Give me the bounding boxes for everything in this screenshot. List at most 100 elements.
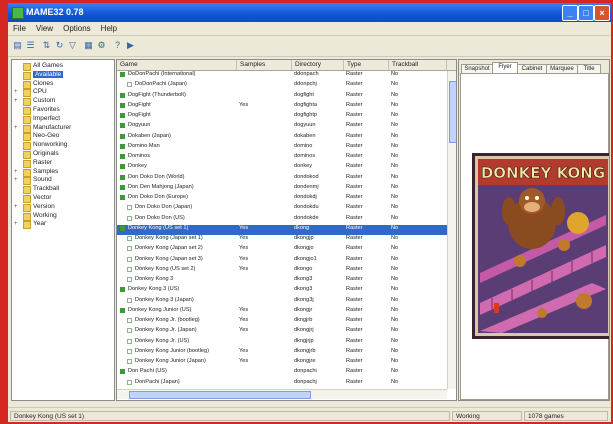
folder-item[interactable]: + CPU: [12, 88, 112, 98]
folder-item[interactable]: Vector: [12, 194, 112, 203]
table-row[interactable]: DoDonPachi (Japan) ddonpchj Raster No: [117, 81, 447, 91]
folder-item[interactable]: Working: [12, 212, 112, 221]
folder-item[interactable]: Raster: [12, 159, 112, 168]
folder-item[interactable]: All Games: [12, 62, 112, 71]
column-header-trackball[interactable]: Trackball: [389, 60, 447, 70]
expand-icon[interactable]: +: [14, 98, 20, 104]
folder-item[interactable]: + Year: [12, 220, 112, 230]
cell-type: Raster: [346, 122, 363, 129]
folder-item[interactable]: Originals: [12, 150, 112, 159]
expand-icon[interactable]: [14, 107, 20, 113]
table-row[interactable]: DogFight (Thunderbolt) dogfight Raster No: [117, 92, 447, 102]
table-row[interactable]: Donkey Kong (US set 2) Yes dkongo Raster No: [117, 266, 447, 276]
folder-item[interactable]: Nonworking: [12, 141, 112, 151]
properties-icon[interactable]: ⚙: [96, 40, 107, 51]
table-row[interactable]: Donkey Kong (Japan set 2) Yes dkongjo Raste…: [117, 245, 447, 255]
expand-icon[interactable]: [14, 160, 20, 166]
menu-options[interactable]: Options: [58, 22, 96, 33]
folder-tree[interactable]: All Games Available Clones + CPU + Custom Favor…: [11, 59, 115, 401]
folder-item[interactable]: Available: [12, 70, 112, 80]
expand-icon[interactable]: [14, 186, 20, 192]
column-header-samples[interactable]: Samples: [237, 60, 292, 70]
expand-icon[interactable]: [14, 213, 20, 219]
menu-help[interactable]: Help: [96, 22, 122, 33]
folder-item[interactable]: + Sound: [12, 176, 112, 186]
folder-item[interactable]: + Manufacturer: [12, 124, 112, 133]
table-row[interactable]: Donkey Kong Jr. (Japan) Yes dkongjrj Raster…: [117, 327, 447, 337]
table-row[interactable]: DogFight Yes dogfighta Raster No: [117, 102, 447, 112]
folder-item[interactable]: Neo-Geo: [12, 132, 112, 142]
table-row[interactable]: Donkey Kong 3 (Japan) dkong3j Raster No: [117, 297, 447, 307]
help-icon[interactable]: ?: [112, 40, 123, 51]
table-row[interactable]: DonPachi (Japan) donpachj Raster No: [117, 379, 447, 389]
expand-icon[interactable]: [14, 72, 20, 78]
table-row[interactable]: Donkey Kong Jr. (bootleg) Yes dkngjrb Raste…: [117, 317, 447, 327]
expand-icon[interactable]: [14, 116, 20, 122]
table-row[interactable]: Donkey donkey Raster No: [117, 163, 447, 173]
table-row[interactable]: Dogyuun dogyuun Raster No: [117, 122, 447, 132]
table-row[interactable]: Dokaben (Japan) dokaben Raster No: [117, 133, 447, 143]
details-view-icon[interactable]: ☰: [25, 40, 36, 51]
table-row[interactable]: Donkey Kong (Japan set 1) Yes dkongjp Raste…: [117, 235, 447, 245]
cell-samples: Yes: [239, 255, 249, 262]
menu-view[interactable]: View: [31, 22, 58, 33]
folder-item[interactable]: + Version: [12, 203, 112, 212]
folder-item[interactable]: Clones: [12, 80, 112, 89]
folder-item[interactable]: Favorites: [12, 106, 112, 115]
table-row[interactable]: Donkey Kong 3 dkong3 Raster No: [117, 276, 447, 286]
table-row[interactable]: Donkey Kong 3 (US) dkong3 Raster No: [117, 286, 447, 296]
table-row[interactable]: Don Doko Don (Europe) dondokdj Raster No: [117, 194, 447, 204]
table-row[interactable]: Domino Man domino Raster No: [117, 143, 447, 153]
table-row[interactable]: Donkey Kong (Japan set 3) Yes dkongjo1 Rast…: [117, 256, 447, 266]
table-row[interactable]: Don Doko Don (US) dondokde Raster No: [117, 215, 447, 225]
play-icon[interactable]: ▶: [125, 40, 136, 51]
sort-icon[interactable]: ⇅: [41, 40, 52, 51]
expand-icon[interactable]: [14, 81, 20, 87]
expand-icon[interactable]: +: [14, 177, 20, 183]
expand-icon[interactable]: +: [14, 169, 20, 175]
expand-icon[interactable]: [14, 142, 20, 148]
grid-icon[interactable]: ▦: [83, 40, 94, 51]
refresh-icon[interactable]: ↻: [54, 40, 65, 51]
column-header-game[interactable]: Game: [117, 60, 237, 70]
scroll-thumb[interactable]: [449, 81, 456, 143]
filter-icon[interactable]: ▽: [67, 40, 78, 51]
table-row[interactable]: Donkey Kong Jr. (US) dkngjrjp Raster No: [117, 338, 447, 348]
list-view-icon[interactable]: ▤: [12, 40, 23, 51]
table-row[interactable]: Don Den Mahjong (Japan) dondenmj Raster No: [117, 184, 447, 194]
horizontal-scrollbar[interactable]: [117, 389, 447, 399]
expand-icon[interactable]: [14, 151, 20, 157]
close-button[interactable]: ×: [594, 5, 610, 21]
folder-item[interactable]: + Samples: [12, 168, 112, 177]
expand-icon[interactable]: +: [14, 125, 20, 131]
game-list[interactable]: Game Samples Directory Type Trackball Do…: [116, 59, 457, 401]
table-row[interactable]: DoDonPachi (International) ddonpach Raster…: [117, 71, 447, 81]
table-row[interactable]: Donkey Kong Junior (bootleg) Yes dkongjrb R…: [117, 348, 447, 358]
cell-dir: dkongjo1: [294, 255, 317, 262]
scroll-thumb[interactable]: [129, 391, 311, 399]
column-header-directory[interactable]: Directory: [292, 60, 344, 70]
minimize-button[interactable]: _: [562, 5, 578, 21]
table-row[interactable]: Donkey Kong Junior (US) Yes dkongjr Raster N…: [117, 307, 447, 317]
table-row[interactable]: DogFight dogfightp Raster No: [117, 112, 447, 122]
expand-icon[interactable]: +: [14, 221, 20, 227]
folder-item[interactable]: Imperfect: [12, 115, 112, 124]
table-row[interactable]: Don Doko Don (Japan) dondokdu Raster No: [117, 204, 447, 214]
column-header-type[interactable]: Type: [344, 60, 389, 70]
expand-icon[interactable]: [14, 63, 20, 69]
table-row[interactable]: Don Pachi (US) donpachi Raster No: [117, 368, 447, 378]
title-bar[interactable]: MAME32 0.78 _ □ ×: [8, 3, 611, 22]
menu-file[interactable]: File: [8, 22, 31, 33]
folder-item[interactable]: Trackball: [12, 185, 112, 195]
table-row[interactable]: Dominos dominos Raster No: [117, 153, 447, 163]
folder-item[interactable]: + Custom: [12, 97, 112, 107]
table-row[interactable]: Donkey Kong (US set 1) Yes dkong Raster No: [117, 224, 447, 236]
vertical-scrollbar[interactable]: [447, 71, 456, 389]
table-row[interactable]: Don Doko Don (World) dondokod Raster No: [117, 174, 447, 184]
expand-icon[interactable]: +: [14, 204, 20, 210]
expand-icon[interactable]: +: [14, 89, 20, 95]
expand-icon[interactable]: [14, 195, 20, 201]
table-row[interactable]: Donkey Kong Junior (Japan) Yes dkongjre Ras…: [117, 358, 447, 368]
expand-icon[interactable]: [14, 133, 20, 139]
maximize-button[interactable]: □: [578, 5, 594, 21]
